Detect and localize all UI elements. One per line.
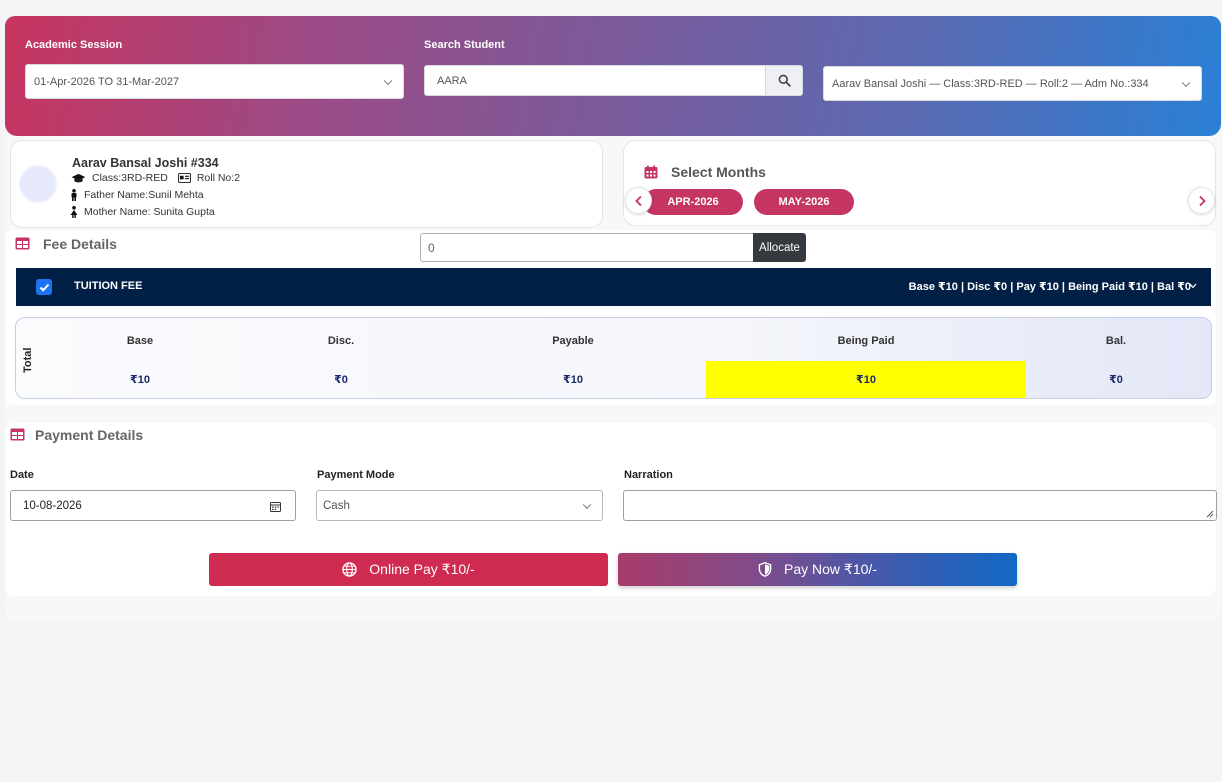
- date-field[interactable]: 10-08-2026: [10, 490, 296, 521]
- father-row: Father Name:Sunil Mehta: [70, 189, 204, 201]
- allocate-button[interactable]: Allocate: [753, 233, 806, 262]
- narration-textarea[interactable]: [623, 490, 1217, 521]
- next-month-button[interactable]: [1188, 187, 1215, 214]
- total-header: Base: [126, 335, 154, 347]
- month-pill-may[interactable]: MAY-2026: [754, 189, 854, 215]
- total-col-being-paid: Being Paid ₹10: [706, 318, 1026, 398]
- date-label: Date: [10, 469, 34, 481]
- student-card: Aarav Bansal Joshi #334 Class:3RD-RED Ro…: [10, 140, 603, 228]
- id-card-icon: [177, 173, 191, 183]
- month-pill-apr[interactable]: APR-2026: [643, 189, 743, 215]
- student-name: Aarav Bansal Joshi #334: [72, 156, 219, 170]
- search-button[interactable]: [765, 65, 803, 96]
- chevron-right-icon: [1198, 195, 1206, 206]
- narration-label: Narration: [624, 469, 673, 481]
- total-label: Total: [22, 347, 34, 373]
- table-icon: [15, 237, 30, 255]
- total-value: ₹10: [130, 374, 150, 386]
- date-value: 10-08-2026: [23, 499, 82, 512]
- online-pay-label: Online Pay ₹10/-: [369, 561, 475, 577]
- months-card: Select Months APR-2026 MAY-2026: [623, 140, 1216, 226]
- total-header: Disc.: [327, 335, 355, 347]
- payment-mode-value: Cash: [323, 499, 350, 512]
- total-header: Being Paid: [837, 335, 895, 347]
- female-icon: [70, 206, 78, 218]
- total-col-balance: Bal. ₹0: [1026, 318, 1206, 398]
- chevron-down-icon: [1181, 78, 1191, 87]
- total-header: Payable: [552, 335, 594, 347]
- check-icon: [39, 283, 49, 292]
- calendar-icon: [644, 165, 658, 184]
- total-col-disc: Disc. ₹0: [266, 318, 416, 398]
- mother-row: Mother Name: Sunita Gupta: [70, 206, 215, 218]
- session-label: Academic Session: [25, 39, 123, 51]
- student-class: Class:3RD-RED: [92, 172, 168, 184]
- chevron-left-icon: [634, 195, 642, 206]
- student-class-row: Class:3RD-RED Roll No:2: [71, 172, 240, 184]
- tuition-fee-bar[interactable]: TUITION FEE Base ₹10 | Disc ₹0 | Pay ₹10…: [16, 268, 1211, 306]
- total-col-payable: Payable ₹10: [448, 318, 698, 398]
- chevron-down-icon: [582, 500, 592, 509]
- student-select[interactable]: Aarav Bansal Joshi — Class:3RD-RED — Rol…: [823, 66, 1202, 101]
- search-input[interactable]: AARA: [424, 65, 766, 96]
- tuition-fee-summary: Base ₹10 | Disc ₹0 | Pay ₹10 | Being Pai…: [908, 281, 1191, 293]
- student-select-value: Aarav Bansal Joshi — Class:3RD-RED — Rol…: [832, 77, 1149, 90]
- shield-icon: [758, 562, 772, 577]
- session-value: 01-Apr-2026 TO 31-Mar-2027: [34, 75, 180, 88]
- father-name: Father Name:Sunil Mehta: [84, 189, 204, 201]
- total-value: ₹0: [334, 374, 348, 386]
- search-label: Search Student: [424, 39, 505, 51]
- total-value: ₹10: [563, 374, 583, 386]
- fee-details-title: Fee Details: [43, 236, 117, 252]
- allocate-amount-input[interactable]: 0: [420, 233, 754, 262]
- graduation-cap-icon: [71, 173, 86, 184]
- globe-icon: [342, 562, 358, 577]
- calendar-icon[interactable]: [270, 501, 281, 512]
- online-pay-button[interactable]: Online Pay ₹10/-: [209, 553, 608, 586]
- pay-now-label: Pay Now ₹10/-: [784, 561, 877, 577]
- totals-panel: Total Base ₹10 Disc. ₹0 Payable ₹10 Bein…: [15, 317, 1212, 399]
- search-icon: [778, 74, 791, 87]
- total-value: ₹0: [1109, 374, 1123, 386]
- tuition-fee-checkbox[interactable]: [36, 279, 52, 295]
- payment-details-title: Payment Details: [35, 427, 144, 443]
- chevron-down-icon[interactable]: [1189, 283, 1197, 289]
- mother-name: Mother Name: Sunita Gupta: [84, 206, 215, 218]
- total-col-base: Base ₹10: [65, 318, 215, 398]
- resize-handle-icon[interactable]: [1206, 510, 1214, 518]
- months-title: Select Months: [671, 164, 766, 180]
- payment-mode-label: Payment Mode: [317, 469, 395, 481]
- student-roll: Roll No:2: [196, 172, 241, 184]
- chevron-down-icon: [383, 76, 393, 85]
- search-value: AARA: [437, 74, 467, 87]
- pay-now-button[interactable]: Pay Now ₹10/-: [618, 553, 1017, 586]
- avatar: [19, 165, 57, 203]
- total-header: Bal.: [1105, 335, 1127, 347]
- session-select[interactable]: 01-Apr-2026 TO 31-Mar-2027: [25, 64, 404, 99]
- allocate-value: 0: [428, 240, 435, 255]
- payment-mode-select[interactable]: Cash: [316, 490, 603, 521]
- prev-month-button[interactable]: [625, 187, 652, 214]
- male-icon: [70, 189, 78, 201]
- tuition-fee-title: TUITION FEE: [74, 280, 143, 292]
- table-icon: [10, 428, 25, 446]
- total-value: ₹10: [706, 361, 1026, 398]
